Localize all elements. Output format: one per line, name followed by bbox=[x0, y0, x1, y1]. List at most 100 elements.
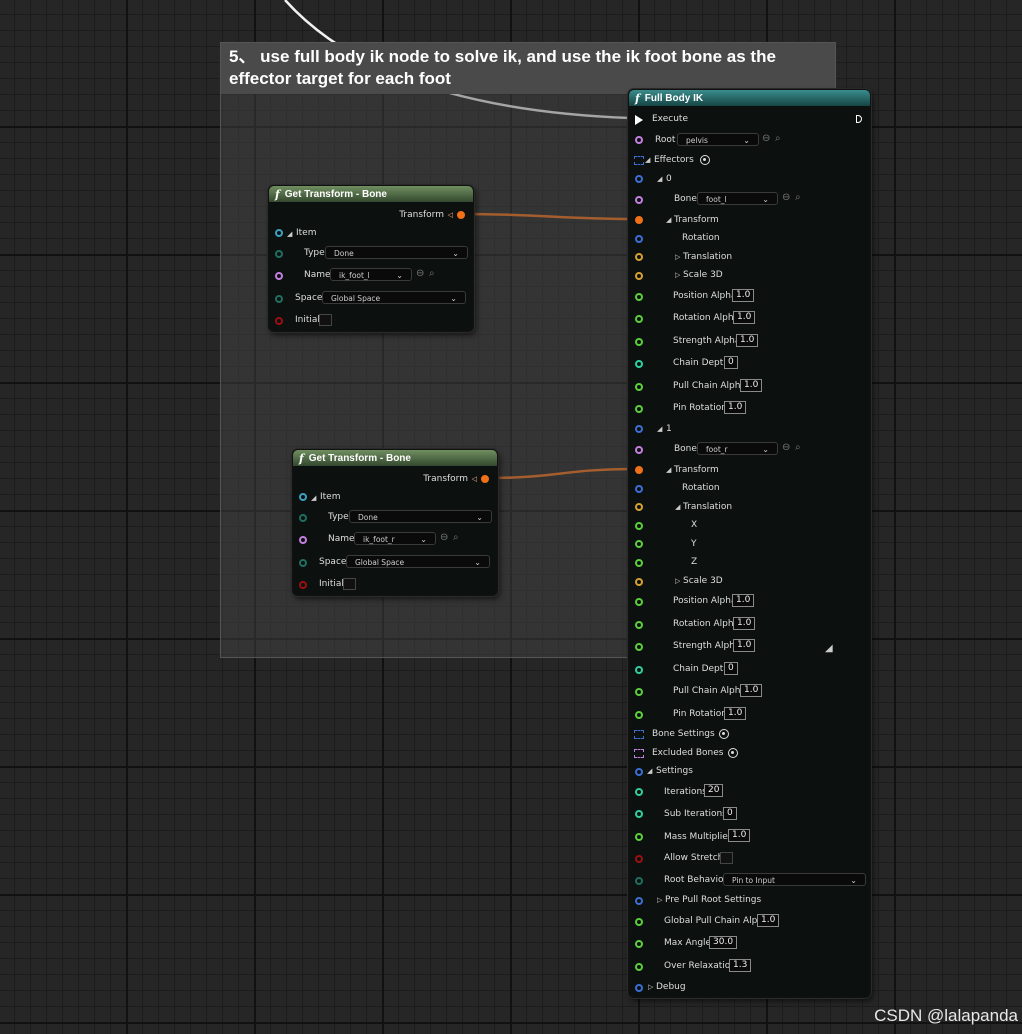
over-relaxation-pin[interactable] bbox=[635, 963, 643, 971]
translation-pin[interactable] bbox=[635, 253, 643, 261]
debug-pin[interactable] bbox=[635, 984, 643, 992]
mass-multiplier-field[interactable]: 1.0 bbox=[728, 829, 751, 842]
bone-pin[interactable] bbox=[635, 446, 643, 454]
z-pin[interactable] bbox=[635, 559, 643, 567]
sub-iterations-pin[interactable] bbox=[635, 810, 643, 818]
global-pull-field[interactable]: 1.0 bbox=[757, 914, 780, 927]
get-transform-node-right[interactable]: f Get Transform - Bone Transform ◁ ◢ Ite… bbox=[292, 449, 498, 596]
expand-arrow-icon[interactable]: ◢ bbox=[657, 175, 662, 183]
bone-dropdown[interactable]: foot_l ⌄ bbox=[697, 192, 778, 205]
collapsed-arrow-icon[interactable]: ▷ bbox=[675, 253, 680, 261]
expand-arrow-icon[interactable]: ◢ bbox=[675, 503, 680, 511]
comment-title[interactable]: 5、 use full body ik node to solve ik, an… bbox=[221, 43, 835, 94]
transform-pin[interactable] bbox=[635, 466, 643, 474]
bone-dropdown[interactable]: foot_r ⌄ bbox=[697, 442, 778, 455]
effector-1-pin[interactable] bbox=[635, 425, 643, 433]
transform-output-pin[interactable] bbox=[481, 475, 489, 483]
pin-rotation-pin[interactable] bbox=[635, 711, 643, 719]
expand-arrow-icon[interactable]: ◢ bbox=[647, 767, 652, 775]
position-alpha-pin[interactable] bbox=[635, 598, 643, 606]
collapsed-arrow-icon[interactable]: ▷ bbox=[675, 271, 680, 279]
search-icon[interactable]: ⌕ bbox=[429, 268, 435, 279]
node-header[interactable]: f Full Body IK bbox=[629, 90, 870, 106]
mass-multiplier-pin[interactable] bbox=[635, 833, 643, 841]
full-body-ik-node[interactable]: f Full Body IK Execute Root pelvis ⌄ ⊖ ⌕ … bbox=[628, 89, 871, 998]
chain-depth-field[interactable]: 0 bbox=[724, 356, 738, 369]
add-element-icon[interactable] bbox=[700, 155, 710, 165]
array-pin-icon[interactable] bbox=[634, 156, 644, 165]
array-pin-icon[interactable] bbox=[634, 749, 644, 758]
expand-arrow-icon[interactable]: ◢ bbox=[645, 156, 650, 164]
rotation-pin[interactable] bbox=[635, 485, 643, 493]
scale-pin[interactable] bbox=[635, 578, 643, 586]
chain-depth-pin[interactable] bbox=[635, 360, 643, 368]
collapsed-arrow-icon[interactable]: ▷ bbox=[675, 577, 680, 585]
x-pin[interactable] bbox=[635, 522, 643, 530]
use-selected-icon[interactable]: ⊖ bbox=[762, 133, 770, 144]
expand-arrow-icon[interactable]: ◢ bbox=[657, 425, 662, 433]
type-pin[interactable] bbox=[299, 514, 307, 522]
get-transform-node-left[interactable]: f Get Transform - Bone Transform ◁ ◢ Ite… bbox=[268, 185, 474, 332]
iterations-pin[interactable] bbox=[635, 788, 643, 796]
strength-alpha-pin[interactable] bbox=[635, 643, 643, 651]
rotation-alpha-field[interactable]: 1.0 bbox=[733, 311, 756, 324]
max-angle-pin[interactable] bbox=[635, 940, 643, 948]
position-alpha-pin[interactable] bbox=[635, 293, 643, 301]
initial-checkbox[interactable] bbox=[343, 578, 356, 590]
node-header[interactable]: f Get Transform - Bone bbox=[269, 186, 473, 202]
use-selected-icon[interactable]: ⊖ bbox=[440, 532, 448, 543]
translation-pin[interactable] bbox=[635, 503, 643, 511]
allow-stretch-pin[interactable] bbox=[635, 855, 643, 863]
use-selected-icon[interactable]: ⊖ bbox=[782, 192, 790, 203]
chain-depth-pin[interactable] bbox=[635, 666, 643, 674]
node-header[interactable]: f Get Transform - Bone bbox=[293, 450, 497, 466]
expand-arrow-icon[interactable]: ◢ bbox=[311, 494, 316, 502]
pull-chain-alpha-field[interactable]: 1.0 bbox=[740, 379, 763, 392]
max-angle-field[interactable]: 30.0 bbox=[709, 936, 738, 949]
bone-pin[interactable] bbox=[635, 196, 643, 204]
pull-chain-alpha-pin[interactable] bbox=[635, 383, 643, 391]
space-pin[interactable] bbox=[275, 295, 283, 303]
space-dropdown[interactable]: Global Space ⌄ bbox=[346, 555, 490, 568]
global-pull-pin[interactable] bbox=[635, 918, 643, 926]
rotation-pin[interactable] bbox=[635, 235, 643, 243]
transform-pin[interactable] bbox=[635, 216, 643, 224]
effector-0-pin[interactable] bbox=[635, 175, 643, 183]
scale-pin[interactable] bbox=[635, 272, 643, 280]
name-pin[interactable] bbox=[275, 272, 283, 280]
rotation-alpha-field[interactable]: 1.0 bbox=[733, 617, 756, 630]
strength-alpha-pin[interactable] bbox=[635, 338, 643, 346]
initial-pin[interactable] bbox=[299, 581, 307, 589]
bone-name-dropdown[interactable]: ik_foot_l ⌄ bbox=[330, 268, 412, 281]
item-pin[interactable] bbox=[299, 493, 307, 501]
over-relaxation-field[interactable]: 1.3 bbox=[729, 959, 752, 972]
pin-rotation-field[interactable]: 1.0 bbox=[724, 707, 747, 720]
settings-pin[interactable] bbox=[635, 768, 643, 776]
root-pin[interactable] bbox=[635, 136, 643, 144]
root-bone-dropdown[interactable]: pelvis ⌄ bbox=[677, 133, 759, 146]
pin-rotation-pin[interactable] bbox=[635, 405, 643, 413]
type-dropdown[interactable]: Done ⌄ bbox=[349, 510, 492, 523]
execute-output-pin[interactable] bbox=[856, 115, 862, 123]
strength-alpha-field[interactable]: 1.0 bbox=[736, 334, 759, 347]
bone-name-dropdown[interactable]: ik_foot_r ⌄ bbox=[354, 532, 436, 545]
expand-arrow-icon[interactable]: ◢ bbox=[666, 466, 671, 474]
transform-output-pin[interactable] bbox=[457, 211, 465, 219]
search-icon[interactable]: ⌕ bbox=[775, 133, 781, 144]
rotation-alpha-pin[interactable] bbox=[635, 315, 643, 323]
strength-alpha-field[interactable]: 1.0 bbox=[733, 639, 756, 652]
rotation-alpha-pin[interactable] bbox=[635, 621, 643, 629]
array-pin-icon[interactable] bbox=[634, 730, 644, 739]
add-element-icon[interactable] bbox=[719, 729, 729, 739]
space-pin[interactable] bbox=[299, 559, 307, 567]
type-dropdown[interactable]: Done ⌄ bbox=[325, 246, 468, 259]
expand-arrow-icon[interactable]: ◢ bbox=[666, 216, 671, 224]
item-pin[interactable] bbox=[275, 229, 283, 237]
root-behavior-pin[interactable] bbox=[635, 877, 643, 885]
search-icon[interactable]: ⌕ bbox=[795, 442, 801, 453]
root-behavior-dropdown[interactable]: Pin to Input ⌄ bbox=[723, 873, 866, 886]
execute-input-pin[interactable] bbox=[635, 115, 643, 125]
space-dropdown[interactable]: Global Space ⌄ bbox=[322, 291, 466, 304]
collapsed-arrow-icon[interactable]: ▷ bbox=[657, 896, 662, 904]
use-selected-icon[interactable]: ⊖ bbox=[416, 268, 424, 279]
